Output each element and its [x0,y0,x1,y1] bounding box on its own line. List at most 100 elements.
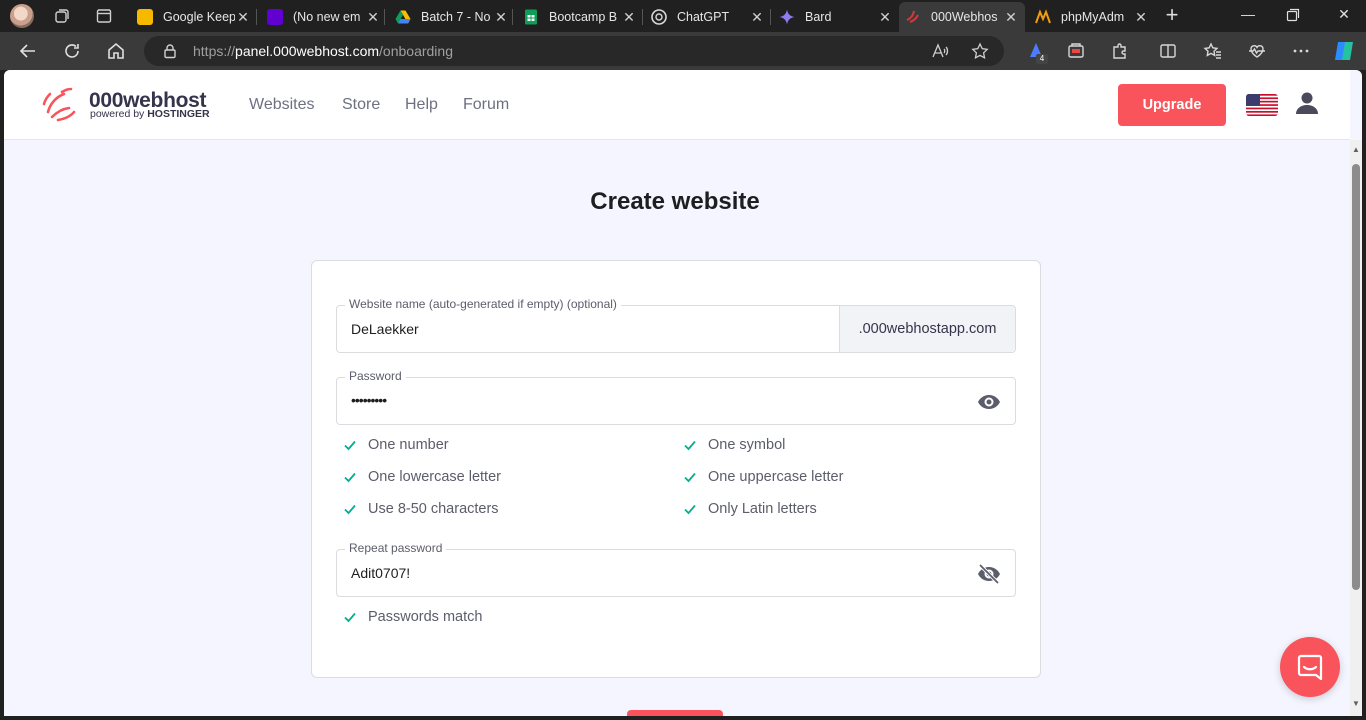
close-tab-icon[interactable]: ✕ [877,9,893,26]
create-website-button[interactable] [627,710,723,716]
back-icon[interactable] [18,41,38,61]
url-text: https://panel.000webhost.com/onboarding [193,43,453,59]
chat-icon [1297,654,1323,681]
workspaces-icon[interactable] [53,7,71,25]
password-label: Password [345,369,406,383]
000webhost-logo-icon[interactable] [42,86,82,122]
repeat-password-input[interactable]: Adit0707! [351,565,410,581]
password-rule: One symbol [683,437,785,453]
page-title: Create website [590,188,760,215]
google-drive-icon [395,10,411,24]
logo-tagline: powered by HOSTINGER [90,108,210,120]
home-icon[interactable] [106,41,126,61]
restore-icon[interactable] [1286,8,1300,22]
password-rule: Only Latin letters [683,501,817,517]
browser-tab[interactable]: Batch 7 - No ✕ [389,4,515,30]
domain-suffix: .000webhostapp.com [839,306,1015,352]
google-keep-icon [137,9,153,25]
tab-title: ChatGPT [677,10,730,24]
close-tab-icon[interactable]: ✕ [365,9,381,26]
tab-actions-icon[interactable] [1066,41,1086,61]
check-icon [684,504,696,515]
live-chat-button[interactable] [1280,637,1340,697]
lock-icon[interactable] [162,43,178,59]
nav-store[interactable]: Store [342,96,380,114]
browser-tab[interactable]: ChatGPT ✕ [645,4,771,30]
chatgpt-icon [651,9,667,25]
check-icon [344,504,356,515]
user-account-icon[interactable] [1294,90,1320,116]
password-rule: One number [343,437,449,453]
nav-help[interactable]: Help [405,96,438,114]
favorites-icon[interactable] [1203,41,1223,61]
close-tab-icon[interactable]: ✕ [235,9,251,26]
read-aloud-icon[interactable] [931,42,949,60]
password-rule: One lowercase letter [343,469,501,485]
tab-title: Batch 7 - No [421,10,491,24]
scroll-down-icon[interactable]: ▼ [1352,700,1360,708]
scroll-up-icon[interactable]: ▲ [1352,146,1360,154]
new-tab-icon[interactable]: + [1162,4,1182,26]
check-icon [684,472,696,483]
tab-title: Google Keep [163,10,235,24]
page-viewport: 000webhost powered by HOSTINGER Websites… [4,70,1362,716]
site-header: 000webhost powered by HOSTINGER Websites… [4,70,1350,140]
check-icon [684,440,696,451]
tab-title: 000Webhos [931,10,998,24]
check-icon [344,440,356,451]
upgrade-button[interactable]: Upgrade [1118,84,1226,126]
close-tab-icon[interactable]: ✕ [1003,9,1019,26]
close-tab-icon[interactable]: ✕ [493,9,509,26]
scrollbar-thumb[interactable] [1352,164,1360,590]
browser-tab[interactable]: (No new em ✕ [261,4,387,30]
password-rule: One uppercase letter [683,469,843,485]
check-icon [344,612,356,623]
close-tab-icon[interactable]: ✕ [749,9,765,26]
browser-tab[interactable]: phpMyAdm ✕ [1029,4,1155,30]
minimize-icon[interactable]: — [1238,6,1258,26]
copilot-icon[interactable] [1332,39,1356,63]
repeat-password-label: Repeat password [345,541,447,555]
hide-password-icon[interactable] [977,562,1001,586]
nav-forum[interactable]: Forum [463,96,509,114]
browser-tab-strip: Google Keep ✕ (No new em ✕ Batch 7 - No … [0,0,1366,32]
page-scrollbar[interactable]: ▲ ▼ [1350,140,1362,716]
favorite-star-icon[interactable] [971,42,989,60]
extensions-puzzle-icon[interactable] [1110,41,1130,61]
show-password-icon[interactable] [977,390,1001,414]
create-website-form: Website name (auto-generated if empty) (… [311,260,1041,678]
website-name-field[interactable]: Website name (auto-generated if empty) (… [336,297,1016,353]
000webhost-icon [906,10,919,23]
nav-websites[interactable]: Websites [249,96,315,114]
browser-tab[interactable]: Bootcamp B ✕ [517,4,643,30]
profile-avatar[interactable] [10,4,34,28]
browser-essentials-icon[interactable] [1247,41,1267,61]
yahoo-mail-icon [267,9,283,25]
close-window-icon[interactable]: ✕ [1334,6,1354,26]
refresh-icon[interactable] [62,41,82,61]
tab-title: (No new em [293,10,361,24]
password-match-rule: Passwords match [343,609,482,625]
split-screen-icon[interactable] [1158,41,1178,61]
us-flag-icon[interactable] [1246,94,1278,116]
more-options-icon[interactable] [1291,41,1311,61]
browser-tab-active[interactable]: 000Webhos ✕ [899,2,1025,32]
website-name-input[interactable]: DeLaekker [351,321,419,337]
website-name-label: Website name (auto-generated if empty) (… [345,297,621,311]
password-field[interactable]: Password ••••••••• [336,369,1016,425]
browser-tab[interactable]: Google Keep ✕ [131,4,257,30]
bard-icon [779,9,795,25]
extension-badge: 4 [1036,54,1048,64]
vertical-tabs-icon[interactable] [95,7,113,25]
tab-title: phpMyAdm [1061,10,1125,24]
close-tab-icon[interactable]: ✕ [621,9,637,26]
password-rule: Use 8-50 characters [343,501,499,517]
address-bar[interactable]: https://panel.000webhost.com/onboarding [144,36,1004,66]
password-input[interactable]: ••••••••• [351,392,387,408]
tab-title: Bootcamp B [549,10,618,24]
repeat-password-field[interactable]: Repeat password Adit0707! [336,541,1016,597]
tab-title: Bard [805,10,832,24]
phpmyadmin-icon [1035,9,1051,24]
close-tab-icon[interactable]: ✕ [1133,9,1149,26]
browser-tab[interactable]: Bard ✕ [773,4,899,30]
